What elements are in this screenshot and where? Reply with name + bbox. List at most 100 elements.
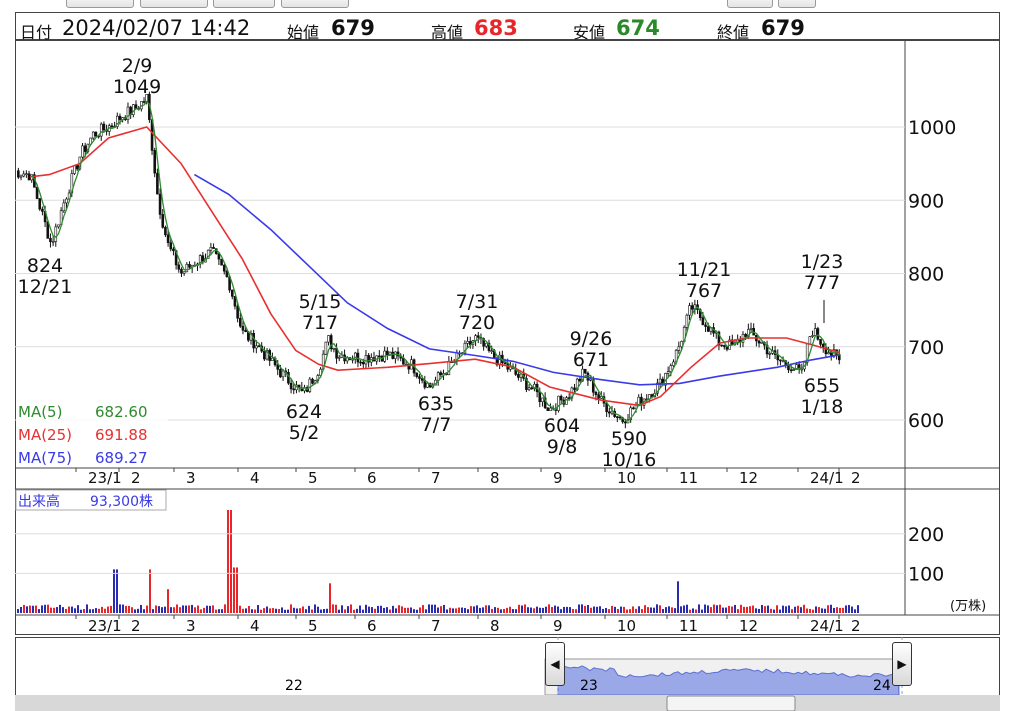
volume-bar bbox=[536, 606, 538, 613]
navigator-right-handle[interactable]: ▶ bbox=[892, 642, 912, 686]
volume-bar bbox=[353, 609, 355, 613]
candle-body bbox=[757, 340, 761, 344]
date-tick-label: 11 bbox=[679, 617, 698, 635]
volume-bar bbox=[317, 606, 319, 613]
volume-bar bbox=[635, 608, 637, 613]
navigator-scrollbar-thumb[interactable] bbox=[666, 695, 796, 711]
volume-bar bbox=[395, 608, 397, 613]
volume-unit: (万株) bbox=[950, 599, 986, 614]
volume-bar bbox=[284, 609, 286, 613]
legend-ma5-value: 682.60 bbox=[95, 403, 148, 421]
volume-bar bbox=[833, 607, 835, 613]
toolbar-button-3[interactable] bbox=[213, 0, 275, 8]
volume-tick-label: 200 bbox=[908, 524, 944, 546]
volume-bar bbox=[227, 510, 229, 613]
volume-bar bbox=[836, 607, 838, 613]
volume-bar bbox=[857, 605, 859, 613]
volume-bar bbox=[680, 606, 682, 613]
navigator-scrollbar-track[interactable] bbox=[15, 695, 1000, 711]
toolbar-button-2[interactable] bbox=[140, 0, 208, 8]
candle-body bbox=[241, 325, 245, 331]
volume-bar bbox=[638, 606, 640, 613]
annotation-line2: 1049 bbox=[113, 76, 161, 98]
volume-bar bbox=[323, 609, 325, 613]
date-tick-label: 11 bbox=[679, 469, 698, 487]
candle-body bbox=[38, 198, 42, 210]
volume-bar bbox=[428, 604, 430, 613]
volume-bar bbox=[185, 605, 187, 613]
date-tick-label: 12 bbox=[739, 617, 758, 635]
candle-body bbox=[177, 264, 181, 270]
volume-bar bbox=[170, 607, 172, 613]
date-tick-label: 24/1 bbox=[810, 617, 844, 635]
candle-body bbox=[263, 350, 266, 360]
annotation-line1: 1/23 bbox=[801, 251, 844, 273]
candle-body bbox=[166, 234, 170, 243]
date-tick-label: 2 bbox=[131, 469, 141, 487]
date-tick-label: 8 bbox=[490, 617, 500, 635]
volume-bar bbox=[491, 608, 493, 613]
volume-bar bbox=[164, 606, 166, 613]
toolbar-button-1[interactable] bbox=[66, 0, 134, 8]
volume-bar bbox=[752, 605, 754, 613]
price-annotation: 6357/7 bbox=[418, 393, 454, 436]
date-tick-label: 12 bbox=[739, 469, 758, 487]
candle-body bbox=[666, 371, 670, 374]
volume-bar bbox=[134, 609, 136, 613]
volume-bar bbox=[479, 607, 481, 613]
volume-bar bbox=[296, 608, 298, 613]
volume-bar bbox=[203, 607, 205, 613]
candle-body bbox=[180, 268, 183, 274]
annotation-line1: 7/31 bbox=[456, 291, 499, 313]
volume-bar bbox=[140, 604, 142, 613]
volume-bar bbox=[734, 604, 736, 613]
volume-bar bbox=[128, 605, 130, 613]
annotation-line1: 824 bbox=[27, 255, 63, 277]
volume-bar bbox=[788, 605, 790, 613]
volume-bar bbox=[725, 607, 727, 613]
candle-body bbox=[281, 370, 285, 378]
volume-bar bbox=[770, 608, 772, 613]
volume-bar bbox=[818, 607, 820, 613]
volume-bar bbox=[158, 606, 160, 613]
candle-body bbox=[212, 246, 215, 249]
volume-bar bbox=[458, 607, 460, 613]
range-navigator[interactable]: 22 23 24 bbox=[15, 637, 1000, 711]
volume-bar bbox=[806, 608, 808, 613]
volume-bar bbox=[311, 609, 313, 613]
toolbar-button-4[interactable] bbox=[281, 0, 349, 8]
candle-body bbox=[800, 368, 804, 371]
toolbar-button-6[interactable] bbox=[778, 0, 816, 8]
volume-bar bbox=[221, 609, 223, 613]
volume-bar bbox=[707, 605, 709, 613]
candle-body bbox=[142, 101, 146, 103]
datetime-value: 2024/02/07 14:42 bbox=[62, 16, 251, 40]
candle-body bbox=[624, 421, 627, 424]
volume-bar bbox=[92, 609, 94, 613]
candle-body bbox=[811, 335, 814, 337]
volume-bar bbox=[188, 605, 190, 613]
volume-bar bbox=[644, 605, 646, 613]
volume-bar bbox=[308, 605, 310, 613]
volume-bar bbox=[62, 607, 64, 613]
volume-bar bbox=[236, 567, 238, 613]
volume-bar bbox=[575, 609, 577, 613]
volume-bar bbox=[155, 605, 157, 613]
price-info-bar: 日付 2024/02/07 14:42 始値 679 高値 683 安値 674… bbox=[15, 12, 1000, 42]
volume-bar bbox=[38, 609, 40, 613]
volume-bar bbox=[599, 606, 601, 613]
candle-body bbox=[749, 327, 753, 330]
volume-bar bbox=[143, 609, 145, 613]
candle-body bbox=[578, 378, 582, 382]
candle-body bbox=[161, 214, 165, 228]
toolbar-button-5[interactable] bbox=[727, 0, 773, 8]
volume-bar bbox=[692, 608, 694, 613]
annotation-line2: 12/21 bbox=[18, 276, 73, 298]
volume-bar bbox=[464, 607, 466, 613]
volume-bar bbox=[587, 605, 589, 613]
volume-bar bbox=[542, 607, 544, 613]
price-tick-label: 600 bbox=[908, 410, 944, 432]
candle-body bbox=[418, 376, 421, 379]
volume-bar bbox=[641, 609, 643, 613]
navigator-left-handle[interactable]: ◀ bbox=[545, 642, 565, 686]
